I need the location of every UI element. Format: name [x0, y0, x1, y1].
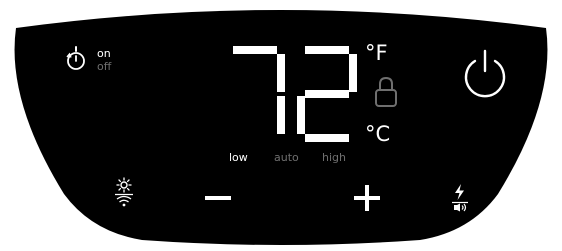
digit-segment [277, 96, 285, 134]
thermostat-panel: on off 72 °F °C low auto high [0, 0, 562, 246]
unit-celsius[interactable]: °C [365, 122, 390, 146]
digit-segment [305, 90, 349, 98]
unit-fahrenheit[interactable]: °F [365, 41, 388, 65]
digit-segment [233, 46, 277, 54]
fan-speed-auto[interactable]: auto [274, 151, 299, 164]
digit-segment [305, 46, 349, 54]
power-icon[interactable] [461, 49, 509, 99]
minus-icon[interactable] [203, 188, 233, 208]
bolt-speaker-icon[interactable] [451, 183, 469, 213]
fan-speed-high[interactable]: high [322, 151, 346, 164]
digit-segment [349, 54, 357, 92]
plus-icon[interactable] [352, 183, 382, 213]
digit-segment [305, 134, 349, 142]
temperature-display [233, 46, 357, 142]
timer-on-label[interactable]: on [97, 48, 111, 60]
fan-speed-low[interactable]: low [229, 151, 248, 164]
sun-wifi-icon[interactable] [114, 177, 134, 209]
timer-icon[interactable] [65, 46, 87, 72]
digit-segment [297, 96, 305, 134]
timer-off-label[interactable]: off [97, 61, 111, 73]
digit-segment [277, 54, 285, 92]
temperature-digit-1 [233, 46, 285, 134]
lock-icon [375, 76, 397, 107]
temperature-digit-2 [297, 46, 357, 142]
